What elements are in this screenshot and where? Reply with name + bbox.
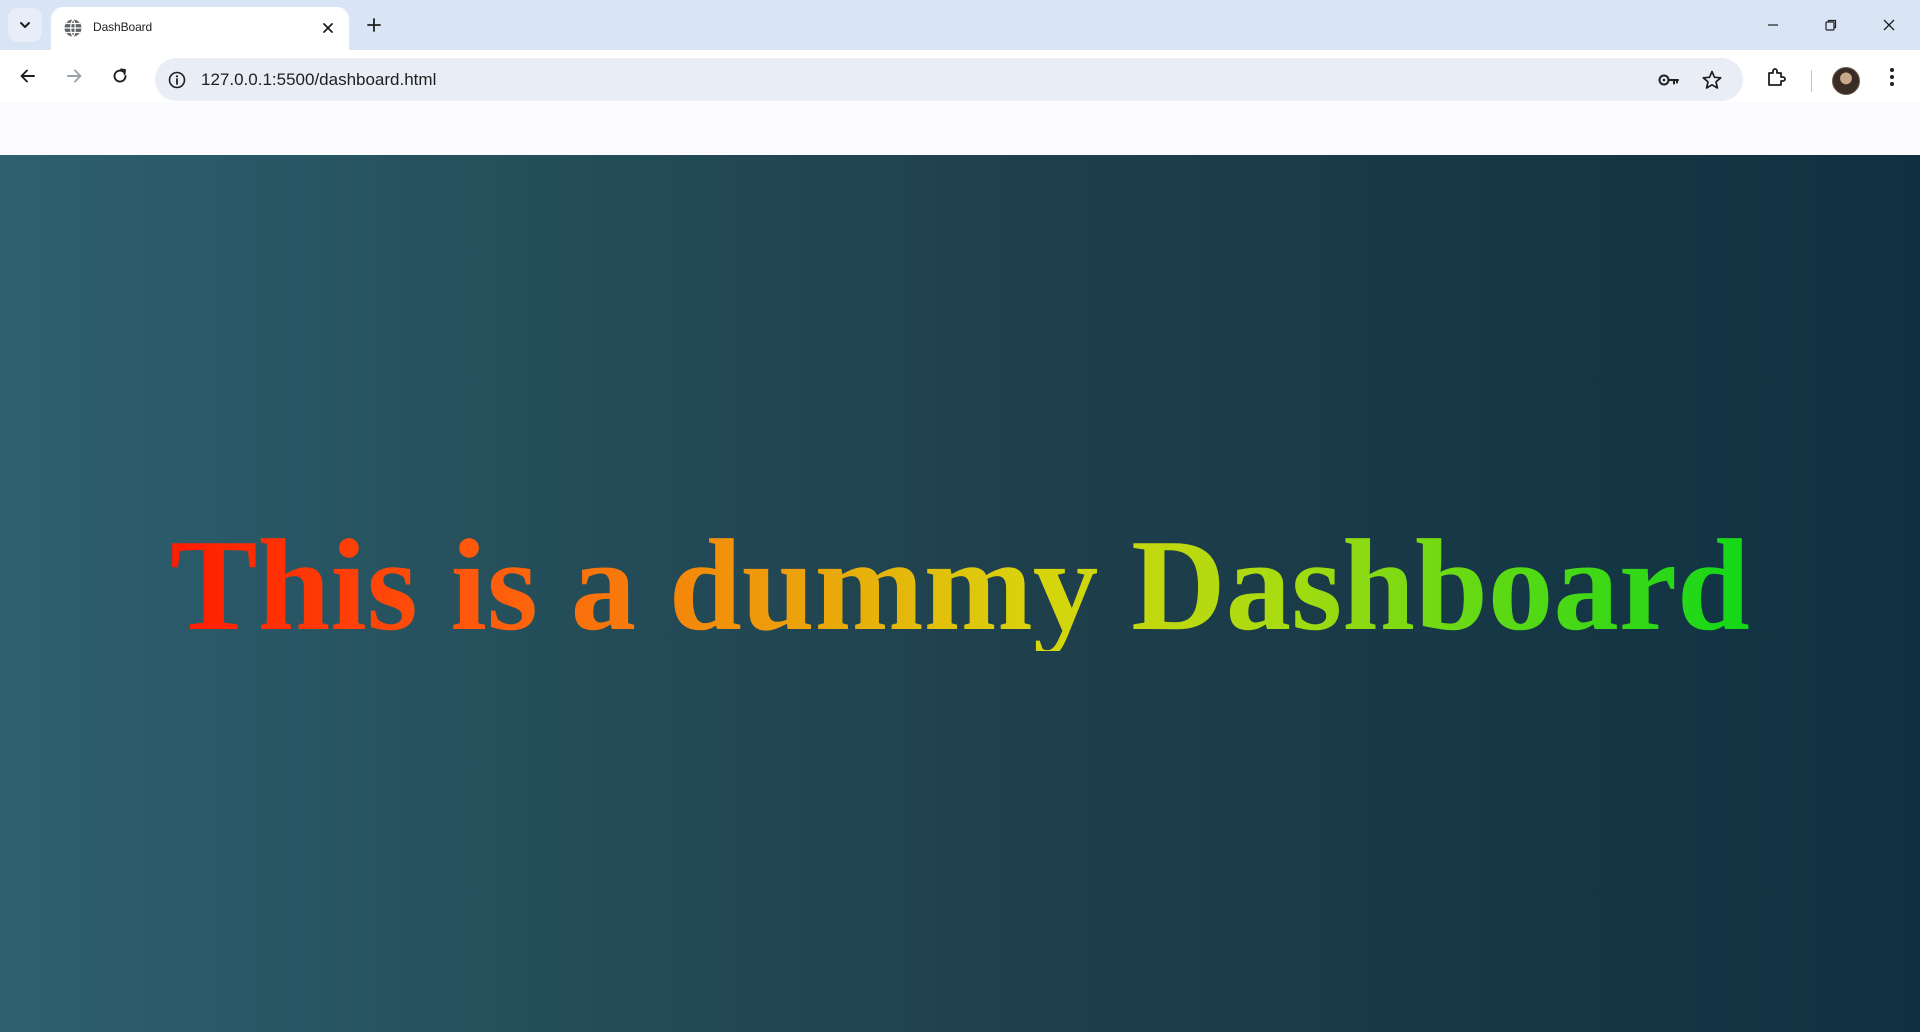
restore-icon — [1825, 19, 1837, 31]
site-info-icon[interactable] — [165, 68, 189, 92]
arrow-left-icon — [20, 69, 35, 83]
plus-icon — [367, 18, 381, 32]
close-window-button[interactable] — [1860, 0, 1918, 50]
bookmarks-bar — [0, 102, 1920, 155]
tab-dashboard[interactable]: DashBoard — [51, 7, 349, 50]
toolbar: 127.0.0.1:5500/dashboard.html — [0, 50, 1920, 102]
menu-icon[interactable] — [1878, 63, 1906, 91]
chevron-down-icon — [20, 22, 30, 28]
restore-button[interactable] — [1802, 0, 1860, 50]
close-icon — [1883, 19, 1895, 31]
url-text[interactable]: 127.0.0.1:5500/dashboard.html — [201, 70, 436, 90]
close-icon — [323, 23, 333, 33]
extensions-icon[interactable] — [1763, 63, 1791, 91]
arrow-right-icon — [67, 69, 82, 83]
back-button[interactable] — [10, 58, 46, 94]
reload-button[interactable] — [102, 58, 138, 94]
tab-close-button[interactable] — [317, 17, 339, 39]
globe-icon — [63, 18, 83, 38]
profile-avatar[interactable] — [1832, 67, 1860, 95]
reload-icon — [113, 68, 127, 83]
new-tab-button[interactable] — [360, 11, 388, 39]
page-headline: This is a dummy Dashboard — [170, 513, 1750, 658]
browser-window: DashBoard 127.0.0.1:5500/dashboard.html … — [0, 0, 1920, 1032]
toolbar-divider — [1811, 70, 1812, 92]
tab-strip: DashBoard — [0, 0, 1920, 50]
minimize-button[interactable] — [1744, 0, 1802, 50]
tab-title: DashBoard — [93, 20, 153, 34]
star-icon[interactable] — [1699, 67, 1725, 93]
tab-search-button[interactable] — [8, 8, 42, 42]
password-key-icon[interactable] — [1656, 67, 1682, 93]
forward-button[interactable] — [56, 58, 92, 94]
page-content: This is a dummy Dashboard — [0, 155, 1920, 1032]
minimize-icon — [1768, 24, 1778, 26]
address-bar[interactable]: 127.0.0.1:5500/dashboard.html — [155, 58, 1743, 101]
